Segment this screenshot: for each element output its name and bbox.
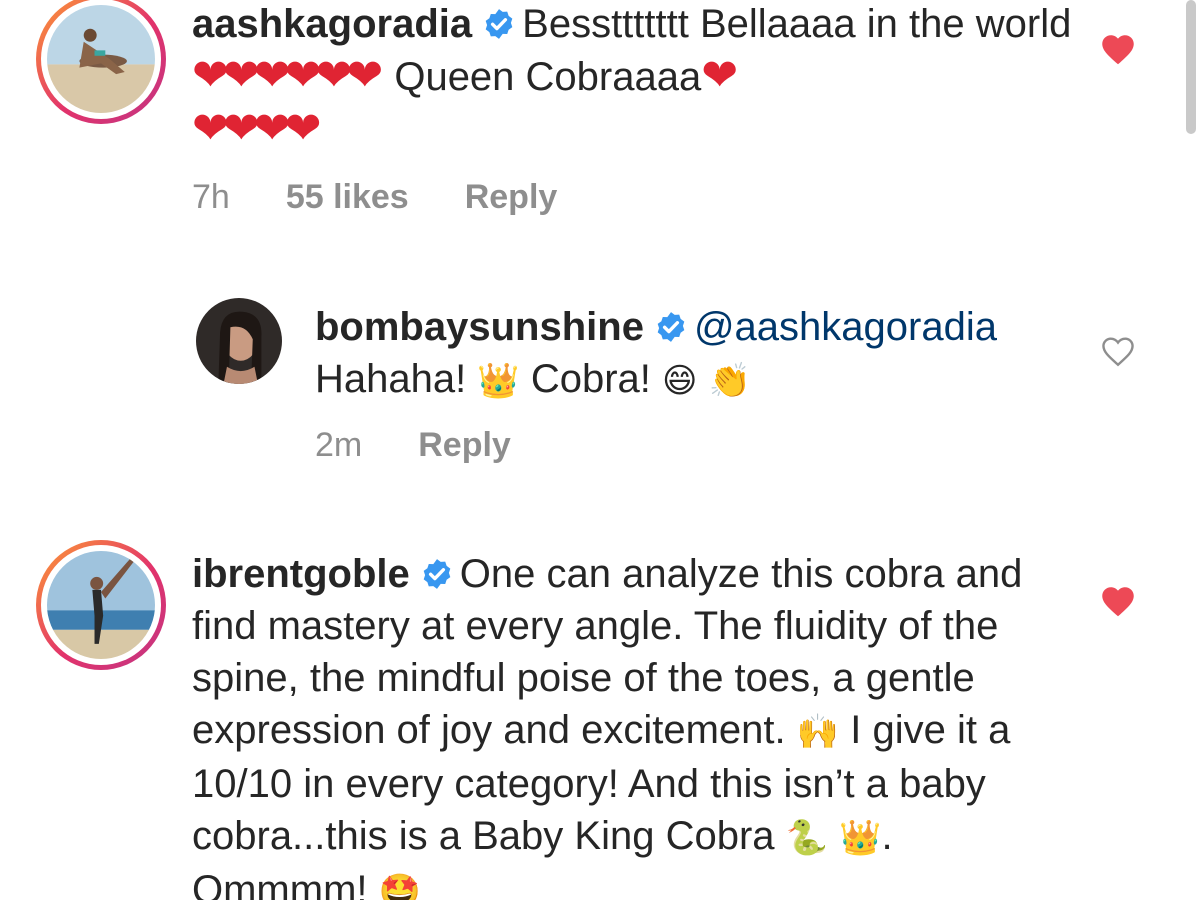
username[interactable]: bombaysunshine (315, 305, 644, 349)
verified-badge-icon (482, 7, 516, 41)
verified-badge-icon (654, 310, 688, 344)
avatar-bombaysunshine[interactable] (196, 298, 282, 384)
red-heart-emoji-row: ❤❤❤❤❤❤ (192, 51, 383, 100)
comment-aashkagoradia: aashkagoradia Bessttttttt Bellaaaa in the… (0, 0, 1200, 240)
crown-emoji: 👑 (477, 362, 520, 400)
comment-bombaysunshine: bombaysunshine @aashkagoradia Hahaha! 👑 C… (0, 290, 1200, 480)
comment-text: aashkagoradia Bessttttttt Bellaaaa in the… (192, 0, 1072, 156)
heart-icon[interactable] (1100, 32, 1136, 66)
avatar-aashkagoradia[interactable] (47, 5, 155, 113)
comment-body-part2: Cobra! (530, 357, 651, 401)
heart-outline-icon[interactable] (1100, 334, 1136, 368)
username[interactable]: ibrentgoble (192, 552, 410, 596)
star-struck-emoji: 🤩 (378, 873, 421, 900)
comment-text: ibrentgoble One can analyze this cobra an… (192, 548, 1052, 900)
clapping-emoji: 👏 (708, 362, 751, 400)
comment-meta: 2m Reply (315, 426, 511, 465)
reply-button[interactable]: Reply (418, 426, 511, 464)
red-heart-emoji: ❤ (701, 51, 738, 100)
username[interactable]: aashkagoradia (192, 2, 472, 46)
comments-page: aashkagoradia Bessttttttt Bellaaaa in the… (0, 0, 1200, 900)
comment-body-part2: Queen Cobraaaa (394, 55, 702, 99)
grinning-emoji: 😄 (662, 362, 698, 400)
likes-count[interactable]: 55 likes (286, 178, 409, 216)
verified-badge-icon (420, 557, 454, 591)
comment-time: 2m (315, 426, 363, 464)
comment-body-part1: Hahaha! (315, 357, 467, 401)
red-heart-emoji-row-2: ❤❤❤❤ (192, 104, 321, 153)
comment-meta: 7h 55 likes Reply (192, 178, 557, 217)
crown-emoji: 👑 (839, 819, 882, 857)
raising-hands-emoji: 🙌 (796, 713, 840, 751)
comment-time: 7h (192, 178, 230, 216)
mention-link[interactable]: @aashkagoradia (694, 305, 997, 349)
avatar-ibrentgoble[interactable] (47, 551, 155, 659)
comment-body-part1: Bessttttttt Bellaaaa in the world (522, 2, 1072, 46)
comment-ibrentgoble: ibrentgoble One can analyze this cobra an… (0, 540, 1200, 900)
snake-emoji: 🐍 (785, 819, 828, 857)
heart-icon[interactable] (1100, 584, 1136, 618)
reply-button[interactable]: Reply (465, 178, 558, 216)
comment-text: bombaysunshine @aashkagoradia Hahaha! 👑 C… (315, 301, 1075, 407)
